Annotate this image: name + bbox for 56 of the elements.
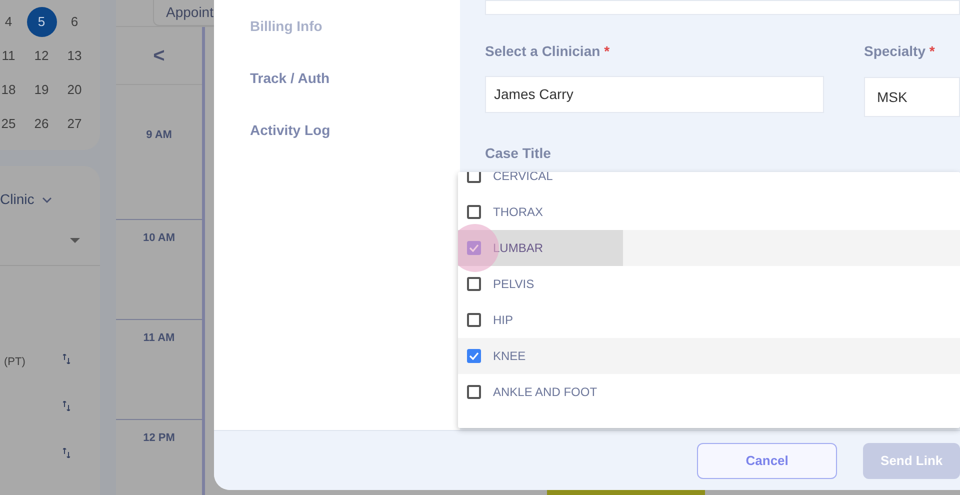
clinician-field[interactable]: James Carry [485, 76, 824, 113]
field-label: Select a Clinician * [485, 42, 611, 61]
previous-button[interactable]: < [153, 40, 165, 70]
calendar-day[interactable]: 5 [26, 6, 56, 36]
calendar-day[interactable]: 12 [34, 46, 49, 66]
column-label: (PT) [3, 355, 26, 370]
cancel-button[interactable]: Cancel [697, 442, 838, 478]
specialty-field[interactable]: MSK [864, 77, 960, 117]
checkbox[interactable] [467, 349, 481, 363]
calendar-day[interactable]: 18 [1, 80, 16, 100]
required-asterisk: * [929, 43, 935, 59]
time-label: 9 AM [146, 128, 172, 143]
option-item[interactable]: LUMBAR [458, 230, 960, 266]
checkmark-icon [469, 244, 479, 252]
calendar-day[interactable]: 11 [2, 46, 16, 66]
dropdown-triangle-icon[interactable] [70, 238, 80, 243]
chevron-down-icon [42, 196, 52, 202]
checkbox[interactable] [467, 385, 481, 399]
calendar-day[interactable]: 4 [4, 12, 12, 32]
sort-icon[interactable] [63, 448, 70, 458]
time-label: 11 AM [143, 331, 175, 346]
clinic-label: Clinic [0, 190, 34, 209]
option-label: KNEE [493, 348, 526, 365]
checkbox[interactable] [467, 172, 481, 183]
option-label: THORAX [493, 204, 544, 221]
nav-link[interactable]: Track / Auth [250, 68, 460, 89]
checkbox[interactable] [467, 313, 481, 327]
checkbox[interactable] [467, 241, 481, 255]
field-label: Specialty * [864, 42, 936, 61]
option-item[interactable]: KNEE [458, 338, 960, 374]
calendar-day[interactable]: 6 [70, 12, 78, 32]
nav-link[interactable]: Activity Log [250, 120, 460, 141]
time-label: 10 AM [143, 231, 175, 246]
time-label: 12 PM [143, 431, 175, 446]
calendar-day[interactable]: 26 [34, 114, 49, 134]
sort-icon[interactable] [63, 401, 70, 411]
checkbox[interactable] [467, 277, 481, 291]
patient-field[interactable] [485, 0, 960, 15]
field-label: Case Title [485, 144, 552, 163]
option-item[interactable]: PELVIS [458, 266, 960, 302]
sort-icon[interactable] [63, 354, 70, 364]
option-label: LUMBAR [493, 240, 544, 257]
checkbox[interactable] [467, 205, 481, 219]
calendar-day[interactable]: 25 [1, 114, 16, 134]
option-label: PELVIS [493, 276, 534, 293]
option-item[interactable]: ANKLE AND FOOT [458, 374, 960, 410]
checkmark-icon [469, 352, 479, 360]
calendar-day[interactable]: 19 [34, 80, 49, 100]
required-asterisk: * [604, 43, 610, 59]
calendar-day[interactable]: 27 [67, 114, 82, 134]
calendar-day[interactable]: 20 [67, 80, 82, 100]
option-item[interactable]: THORAX [458, 194, 960, 230]
option-item[interactable]: HIP [458, 302, 960, 338]
calendar-day[interactable]: 13 [67, 46, 82, 66]
option-label: ANKLE AND FOOT [493, 384, 598, 401]
option-label: HIP [493, 312, 514, 329]
